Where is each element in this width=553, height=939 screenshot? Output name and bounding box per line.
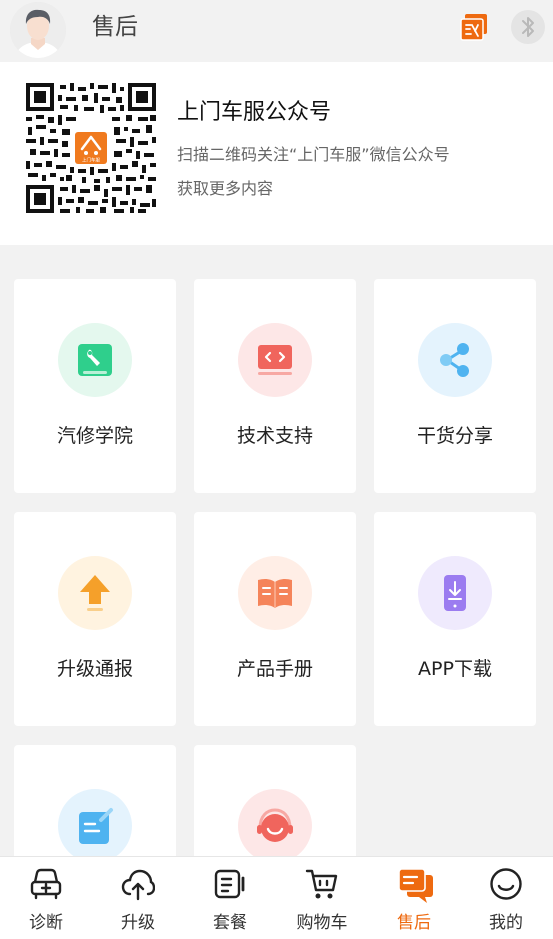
tab-cart[interactable]: 购物车: [276, 857, 368, 939]
wrench-book-icon: [78, 344, 112, 376]
smile-icon: [490, 868, 522, 900]
tab-upgrade[interactable]: 升级: [92, 857, 184, 939]
qr-code: 上门车服: [26, 83, 156, 213]
message-button[interactable]: [458, 12, 490, 44]
qr-title: 上门车服公众号: [177, 100, 332, 125]
bluetooth-icon: [522, 17, 534, 37]
grid-item-label: APP下载: [418, 658, 492, 680]
tab-after-sales[interactable]: 售后: [368, 857, 460, 939]
qr-more-text: 获取更多内容: [177, 179, 274, 198]
tab-label: 我的: [489, 913, 523, 933]
qr-subtitle: 扫描二维码关注“上门车服”微信公众号: [177, 145, 450, 164]
grid-item-knowledge-share[interactable]: 干货分享: [374, 279, 536, 493]
page-title: 售后: [92, 14, 138, 40]
grid-item-product-manual[interactable]: 产品手册: [194, 512, 356, 726]
code-laptop-icon: [258, 345, 292, 375]
message-icon: [460, 14, 487, 41]
grid-item-tech-support[interactable]: 技术支持: [194, 279, 356, 493]
after-sales-icon: [398, 868, 433, 903]
manual-book-icon: [258, 578, 292, 608]
tab-diagnose[interactable]: 诊断: [0, 857, 92, 939]
qr-card: 上门车服 上门车服公众号 扫描二维码关注“上门车服”微信公众号 获取更多内容: [0, 62, 553, 245]
tab-package[interactable]: 套餐: [184, 857, 276, 939]
bluetooth-button[interactable]: [511, 10, 545, 44]
tab-label: 售后: [397, 913, 431, 933]
qr-logo-text: 上门车服: [82, 157, 100, 164]
upgrade-arrow-icon: [80, 575, 110, 611]
tab-label: 诊断: [29, 913, 63, 933]
grid-item-label: 汽修学院: [56, 425, 133, 447]
grid-item-label: 干货分享: [416, 425, 493, 447]
tab-label: 购物车: [296, 913, 348, 933]
grid-item-upgrade-notice[interactable]: 升级通报: [14, 512, 176, 726]
header: 售后: [0, 0, 553, 62]
avatar[interactable]: [10, 2, 66, 58]
tab-label: 套餐: [213, 913, 247, 933]
diagnose-icon: [30, 868, 62, 900]
package-video-icon: [214, 869, 245, 899]
cart-icon: [305, 869, 338, 899]
grid-item-label: 技术支持: [236, 425, 313, 447]
bottom-tab-bar: 诊断 升级 套餐 购物车 售后 我的: [0, 856, 553, 939]
customer-service-icon: [257, 808, 293, 842]
grid-item-label: 产品手册: [236, 658, 313, 680]
cloud-upload-icon: [121, 869, 155, 901]
grid-item-auto-repair-academy[interactable]: 汽修学院: [14, 279, 176, 493]
tab-label: 升级: [121, 913, 155, 933]
app-download-icon: [444, 575, 466, 611]
tab-mine[interactable]: 我的: [460, 857, 552, 939]
share-icon: [440, 343, 469, 377]
notepad-icon: [79, 808, 113, 844]
grid-item-app-download[interactable]: APP下载: [374, 512, 536, 726]
grid-item-label: 升级通报: [56, 658, 133, 680]
